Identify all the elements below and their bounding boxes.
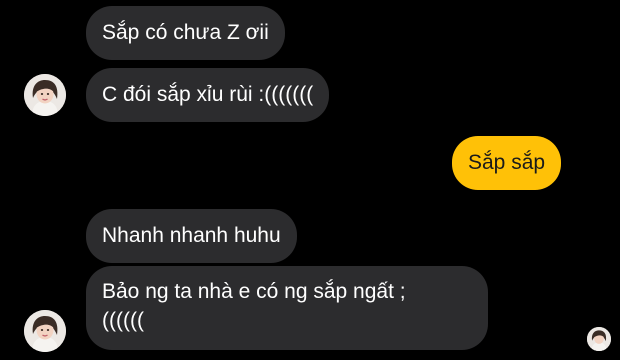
contact-avatar-icon[interactable] xyxy=(24,310,66,352)
message-bubble-incoming[interactable]: C đói sắp xỉu rùi :((((((( xyxy=(86,68,330,122)
message-bubble-incoming[interactable]: Nhanh nhanh huhu xyxy=(86,209,297,263)
message-bubble-incoming[interactable]: Bảo ng ta nhà e có ng sắp ngất ; (((((( xyxy=(86,266,488,350)
contact-avatar-icon[interactable] xyxy=(24,74,66,116)
message-bubble-outgoing[interactable]: Sắp sắp xyxy=(452,136,562,190)
message-bubble-incoming[interactable]: Sắp có chưa Z ơii xyxy=(86,6,285,60)
read-receipt-avatar-icon xyxy=(587,327,611,351)
